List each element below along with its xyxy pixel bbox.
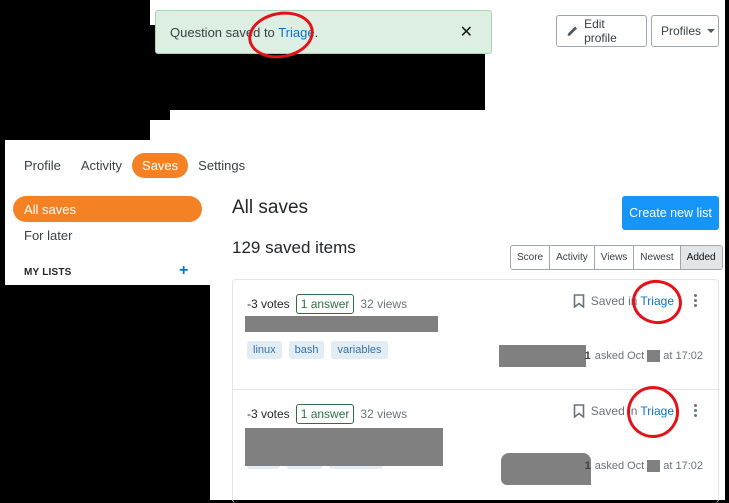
date-redacted: [647, 350, 661, 362]
saved-question-list: -3 votes 1 answer 32 views Saved in Tria…: [232, 279, 719, 503]
bookmark-icon: [573, 404, 585, 418]
user-reputation: 1: [584, 460, 591, 472]
toast-message: Question saved to Triage.: [170, 24, 319, 40]
date-redacted: [647, 460, 661, 472]
profile-tabs: Profile Activity Saves Settings: [14, 153, 255, 178]
tab-settings[interactable]: Settings: [188, 153, 255, 178]
user-redacted: [499, 345, 586, 367]
pencil-icon: [567, 26, 578, 36]
toast-list-link[interactable]: Triage: [278, 25, 314, 40]
close-icon[interactable]: ✕: [460, 22, 473, 42]
saved-list-link[interactable]: Triage: [640, 294, 674, 308]
sort-added-button[interactable]: Added: [680, 246, 722, 269]
sort-button-group: Score Activity Views Newest Added: [510, 245, 723, 270]
redaction-block: [150, 108, 170, 120]
sort-views-button[interactable]: Views: [594, 246, 635, 269]
question-stats: -3 votes 1 answer 32 views: [247, 404, 407, 424]
question-stats: -3 votes 1 answer 32 views: [247, 294, 407, 314]
saved-in-indicator: Saved in Triage: [573, 294, 674, 308]
sort-score-button[interactable]: Score: [511, 246, 551, 269]
page-title: All saves: [232, 197, 309, 218]
my-lists-heading: MY LISTS: [24, 267, 72, 278]
view-count: 32 views: [360, 407, 408, 421]
user-reputation: 1: [584, 350, 591, 362]
caret-down-icon: [707, 29, 716, 33]
user-redacted: [501, 453, 591, 485]
sort-activity-button[interactable]: Activity: [550, 246, 595, 269]
saved-count: 129 saved items: [232, 238, 356, 257]
sidebar-item-all-saves[interactable]: All saves: [13, 196, 202, 222]
answer-count: 1 answer: [295, 404, 355, 424]
tab-saves[interactable]: Saves: [132, 153, 189, 178]
saved-in-indicator: Saved in Triage: [573, 404, 674, 418]
question-title-redacted[interactable]: [245, 316, 438, 332]
vote-count: -3 votes: [247, 407, 290, 421]
more-options-icon[interactable]: [694, 404, 698, 418]
question-title-redacted[interactable]: [245, 428, 443, 466]
asked-info: 1 asked Oct at 17:02: [584, 460, 703, 472]
view-count: 32 views: [360, 297, 408, 311]
tab-activity[interactable]: Activity: [71, 153, 132, 178]
add-list-icon[interactable]: +: [179, 262, 188, 280]
tag-list: linux bash variables: [247, 341, 395, 359]
sort-newest-button[interactable]: Newest: [634, 246, 681, 269]
create-new-list-button[interactable]: Create new list: [622, 196, 719, 230]
saved-list-link[interactable]: Triage: [640, 404, 674, 418]
list-item: -3 votes 1 answer 32 views Saved in Tria…: [233, 280, 718, 390]
list-item: -3 votes 1 answer 32 views Saved in Tria…: [233, 390, 718, 500]
vote-count: -3 votes: [247, 297, 290, 311]
tab-profile[interactable]: Profile: [14, 153, 71, 178]
profiles-dropdown-button[interactable]: Profiles: [651, 15, 719, 47]
asked-info: 1 asked Oct at 17:02: [584, 350, 703, 362]
redaction-block: [150, 50, 485, 110]
more-options-icon[interactable]: [694, 294, 698, 308]
tag[interactable]: linux: [247, 341, 282, 359]
tag[interactable]: variables: [331, 341, 388, 359]
answer-count: 1 answer: [295, 294, 355, 314]
save-toast: Question saved to Triage. ✕: [155, 10, 492, 54]
bookmark-icon: [573, 294, 585, 308]
edit-profile-button[interactable]: Edit profile: [556, 15, 647, 47]
tag[interactable]: bash: [288, 341, 325, 359]
sidebar-item-for-later[interactable]: For later: [13, 222, 202, 248]
